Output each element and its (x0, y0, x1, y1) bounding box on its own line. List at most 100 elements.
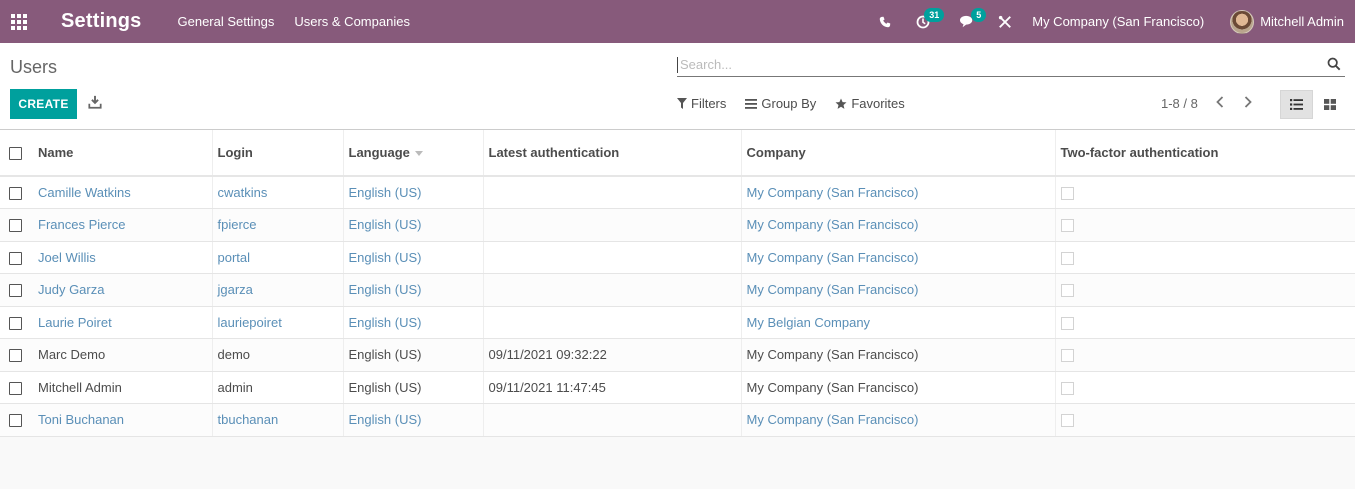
row-checkbox[interactable] (9, 284, 22, 298)
menu-general-settings[interactable]: General Settings (168, 0, 285, 43)
two-factor-checkbox (1060, 349, 1074, 363)
download-icon[interactable] (88, 95, 104, 111)
row-select-cell (0, 176, 38, 209)
create-button[interactable]: CREATE (10, 89, 77, 119)
two-factor-checkbox (1060, 414, 1074, 428)
row-checkbox[interactable] (9, 219, 22, 233)
row-select-cell (0, 403, 38, 437)
two-factor-checkbox (1060, 381, 1074, 395)
chevron-right-icon[interactable] (1242, 95, 1256, 111)
favorites-button[interactable]: Favorites (835, 96, 905, 111)
list-view-icon[interactable] (1280, 90, 1313, 119)
row-select-cell (0, 338, 38, 372)
row-checkbox[interactable] (9, 349, 22, 363)
cell-name: Mitchell Admin (38, 371, 213, 404)
cell-login: fpierce (212, 208, 344, 242)
row-select-cell (0, 306, 38, 339)
message-badge: 5 (971, 8, 987, 22)
cell-company: My Company (San Francisco) (741, 371, 1056, 404)
cell-login: portal (212, 241, 344, 274)
cell-two-factor (1055, 338, 1355, 372)
menu-users-companies[interactable]: Users & Companies (284, 0, 420, 43)
column-header-latest-authentication[interactable]: Latest authentication (483, 130, 742, 177)
cell-login: tbuchanan (212, 403, 344, 437)
table-row[interactable]: Marc Demo demo English (US) 09/11/2021 09:3… (0, 338, 1355, 372)
cell-two-factor (1055, 403, 1355, 437)
cell-two-factor (1055, 176, 1355, 209)
row-select-cell (0, 241, 38, 274)
cell-language: English (US) (343, 403, 484, 437)
cell-latest-authentication (483, 208, 742, 242)
search-bar (677, 53, 1345, 77)
column-header-company[interactable]: Company (741, 130, 1056, 177)
apps-grid-icon[interactable] (0, 0, 38, 43)
table-row[interactable]: Laurie Poiret lauriepoiret English (US) My … (0, 306, 1355, 339)
cell-two-factor (1055, 241, 1355, 274)
cell-language: English (US) (343, 371, 484, 404)
row-checkbox[interactable] (9, 414, 22, 428)
table-row[interactable]: Frances Pierce fpierce English (US) My Comp… (0, 208, 1355, 242)
column-header-language-label: Language (348, 145, 410, 160)
breadcrumb: Users (10, 57, 58, 77)
cell-name: Marc Demo (38, 338, 213, 372)
row-checkbox[interactable] (9, 187, 22, 201)
top-navbar: Settings General Settings Users & Compan… (0, 0, 1355, 43)
cell-latest-authentication: 09/11/2021 09:32:22 (483, 338, 742, 372)
users-list: Name Login Language Latest authenticatio… (0, 130, 1355, 437)
company-switcher[interactable]: My Company (San Francisco) (1032, 14, 1204, 29)
filters-label: Filters (691, 96, 727, 111)
select-all-checkbox[interactable] (9, 147, 22, 161)
cell-company: My Company (San Francisco) (741, 241, 1056, 274)
column-header-name[interactable]: Name (38, 130, 213, 177)
filters-button[interactable]: Filters (677, 96, 726, 111)
search-icon[interactable] (1327, 57, 1343, 73)
group-by-label: Group By (761, 96, 817, 111)
cell-latest-authentication (483, 403, 742, 437)
table-row[interactable]: Camille Watkins cwatkins English (US) My Co… (0, 176, 1355, 209)
cell-language: English (US) (343, 241, 484, 274)
table-row[interactable]: Judy Garza jgarza English (US) My Company (… (0, 273, 1355, 307)
user-menu[interactable]: Mitchell Admin (1230, 9, 1344, 34)
cell-name: Camille Watkins (38, 176, 213, 209)
group-by-button[interactable]: Group By (745, 96, 816, 111)
row-select-cell (0, 208, 38, 242)
filter-icon (677, 98, 687, 109)
pager-value[interactable]: 1-8 / 8 (1161, 96, 1198, 111)
cell-latest-authentication (483, 176, 742, 209)
main-menu: General Settings Users & Companies (168, 0, 420, 43)
cell-language: English (US) (343, 306, 484, 339)
chevron-left-icon[interactable] (1214, 95, 1228, 111)
kanban-view-icon[interactable] (1313, 90, 1346, 119)
app-title[interactable]: Settings (61, 10, 142, 33)
column-header-two-factor[interactable]: Two-factor authentication (1055, 130, 1355, 177)
row-select-cell (0, 273, 38, 307)
favorites-label: Favorites (851, 96, 905, 111)
cell-company: My Company (San Francisco) (741, 338, 1056, 372)
two-factor-checkbox (1060, 187, 1074, 201)
two-factor-checkbox (1060, 316, 1074, 330)
cell-name: Frances Pierce (38, 208, 213, 242)
row-checkbox[interactable] (9, 316, 22, 330)
column-header-language[interactable]: Language (343, 130, 484, 177)
table-row[interactable]: Mitchell Admin admin English (US) 09/11/202… (0, 371, 1355, 404)
table-row[interactable]: Toni Buchanan tbuchanan English (US) My Com… (0, 403, 1355, 437)
debug-tools-icon[interactable] (992, 0, 1018, 43)
cell-language: English (US) (343, 338, 484, 372)
user-name: Mitchell Admin (1260, 14, 1344, 29)
activity-clock-icon[interactable]: 31 (902, 0, 950, 43)
row-checkbox[interactable] (9, 381, 22, 395)
cell-login: jgarza (212, 273, 344, 307)
cell-company: My Belgian Company (741, 306, 1056, 339)
table-row[interactable]: Joel Willis portal English (US) My Company … (0, 241, 1355, 274)
activity-badge: 31 (924, 8, 945, 22)
chat-icon[interactable]: 5 (950, 0, 992, 43)
cell-name: Joel Willis (38, 241, 213, 274)
cell-login: cwatkins (212, 176, 344, 209)
column-header-login[interactable]: Login (212, 130, 344, 177)
search-input[interactable] (677, 56, 1327, 73)
cell-company: My Company (San Francisco) (741, 176, 1056, 209)
sort-caret-icon (414, 151, 423, 157)
cell-language: English (US) (343, 208, 484, 242)
phone-icon[interactable] (868, 0, 902, 43)
row-checkbox[interactable] (9, 251, 22, 265)
